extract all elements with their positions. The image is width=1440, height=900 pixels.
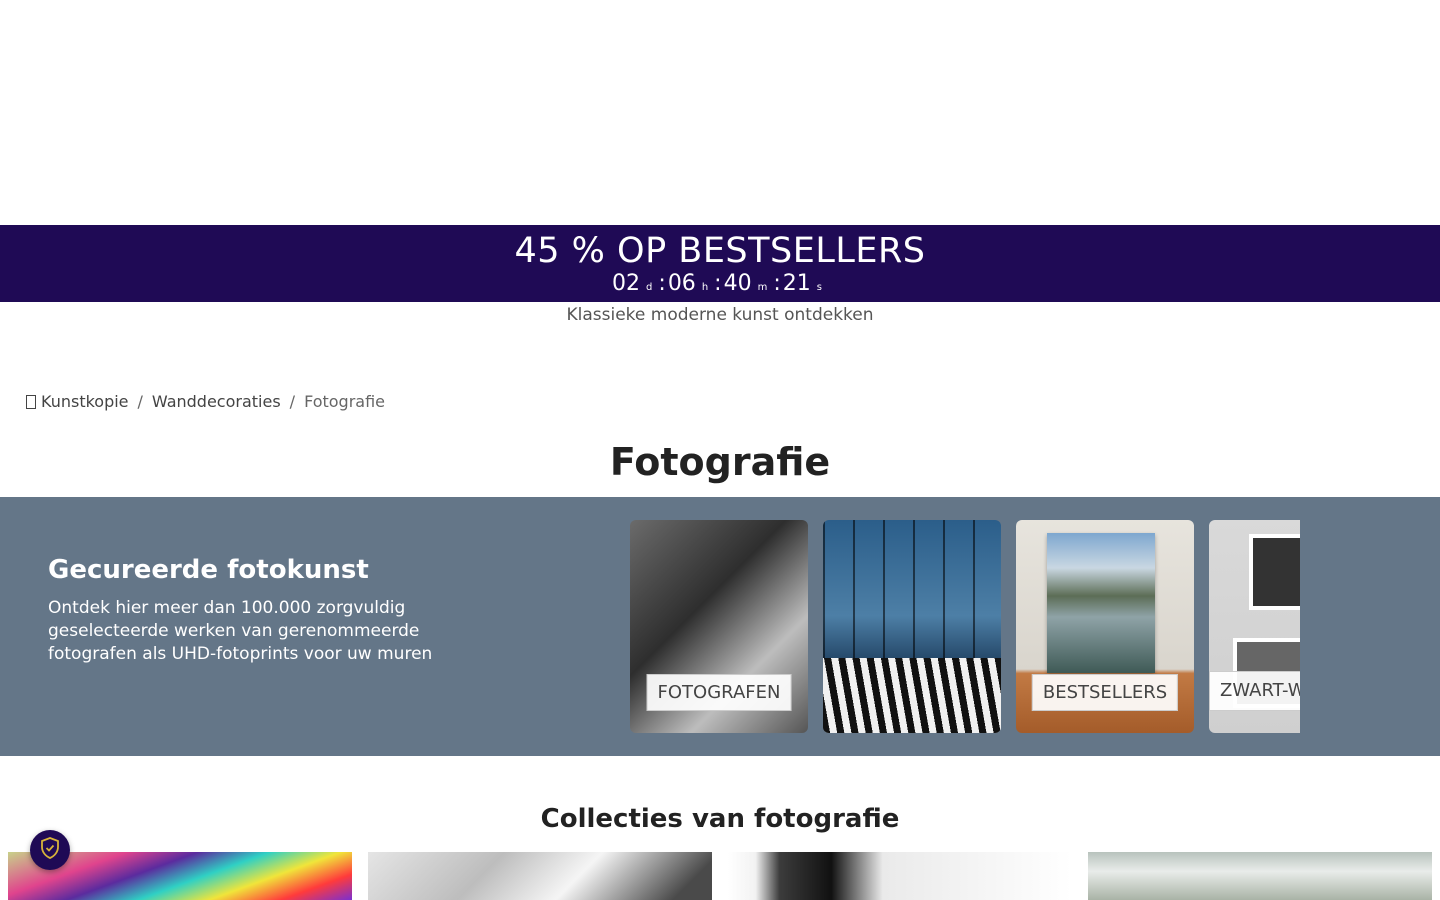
hero-description: Ontdek hier meer dan 100.000 zorgvuldig … <box>48 598 433 664</box>
countdown-separator: : <box>714 271 722 296</box>
breadcrumb-separator: / <box>137 392 143 411</box>
countdown-minutes: 40 <box>723 271 752 296</box>
breadcrumb-current: Fotografie <box>304 392 386 411</box>
collection-tile[interactable] <box>1088 852 1432 900</box>
collections-title: Collecties van fotografie <box>540 804 900 834</box>
hero-section: Gecureerde fotokunst Ontdek hier meer da… <box>0 497 1440 756</box>
collection-tile[interactable] <box>728 852 1072 900</box>
category-card-label[interactable]: ZWART-WITFOTOGRAFIE <box>1209 671 1300 711</box>
page-title: Fotografie <box>609 440 831 484</box>
countdown-seconds-unit: s <box>816 282 822 293</box>
countdown-minutes-unit: m <box>757 282 768 293</box>
category-card-label[interactable]: BESTSELLERS <box>1031 674 1179 711</box>
breadcrumb: Kunstkopie / Wanddecoraties / Fotografie <box>26 392 385 411</box>
card-image <box>823 658 1001 733</box>
category-card-architecture[interactable] <box>823 520 1001 733</box>
hero-heading: Gecureerde fotokunst <box>48 555 369 585</box>
promo-title: 45 % OP BESTSELLERS <box>514 231 926 271</box>
countdown-timer: 02 d : 06 h : 40 m : 21 s <box>0 271 1440 296</box>
shield-check-icon <box>38 836 62 864</box>
header-area <box>0 0 1440 225</box>
collection-grid <box>8 852 1432 900</box>
card-image <box>1047 533 1155 673</box>
home-icon[interactable] <box>26 394 36 409</box>
card-image <box>1249 534 1300 610</box>
breadcrumb-separator: / <box>289 392 296 411</box>
promo-banner[interactable]: 45 % OP BESTSELLERS 02 d : 06 h : 40 m :… <box>0 225 1440 302</box>
category-carousel[interactable]: FOTOGRAFEN BESTSELLERS ZWART-WITFOTOGRAF… <box>630 520 1300 733</box>
breadcrumb-link-kunstkopie[interactable]: Kunstkopie <box>41 392 129 411</box>
site-subtitle: Klassieke moderne kunst ontdekken <box>566 305 874 325</box>
countdown-days: 02 <box>612 271 641 296</box>
countdown-hours: 06 <box>667 271 696 296</box>
countdown-separator: : <box>773 271 781 296</box>
category-card-fotografen[interactable]: FOTOGRAFEN <box>630 520 808 733</box>
countdown-separator: : <box>658 271 666 296</box>
collection-tile[interactable] <box>368 852 712 900</box>
privacy-settings-button[interactable] <box>30 830 70 870</box>
breadcrumb-link-wanddecoraties[interactable]: Wanddecoraties <box>152 392 281 411</box>
countdown-days-unit: d <box>646 282 653 293</box>
category-card-zwart-wit[interactable]: ZWART-WITFOTOGRAFIE <box>1209 520 1300 733</box>
countdown-hours-unit: h <box>701 282 709 293</box>
category-card-label[interactable]: FOTOGRAFEN <box>646 674 792 711</box>
countdown-seconds: 21 <box>782 271 811 296</box>
category-card-bestsellers[interactable]: BESTSELLERS <box>1016 520 1194 733</box>
